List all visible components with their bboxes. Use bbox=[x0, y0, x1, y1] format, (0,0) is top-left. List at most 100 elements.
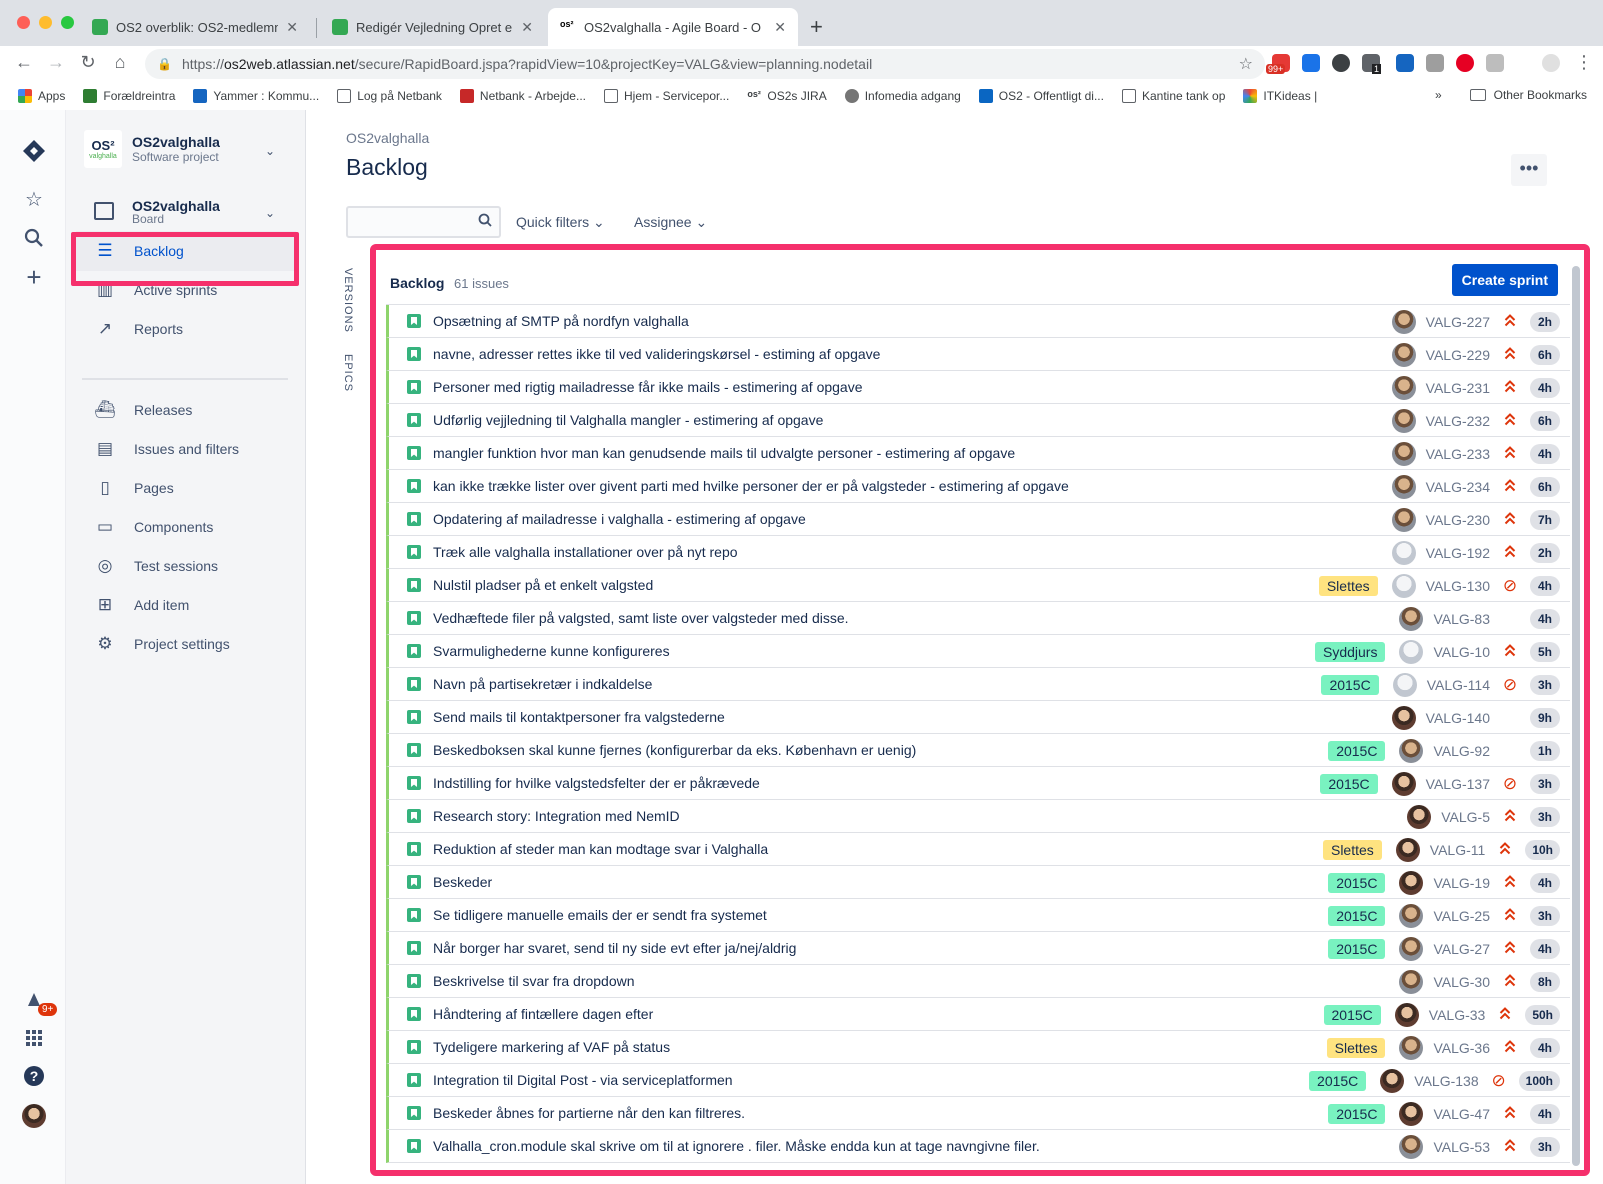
bookmark-item[interactable]: ITKideas | bbox=[1243, 88, 1317, 103]
close-tab-icon[interactable]: ✕ bbox=[774, 19, 786, 36]
issue-row[interactable]: Beskeder 2015C VALG-19 4h bbox=[386, 866, 1570, 899]
sidebar-item-reports[interactable]: ↗ Reports bbox=[94, 309, 294, 349]
issue-row[interactable]: Nulstil pladser på et enkelt valgsted Sle… bbox=[386, 569, 1570, 602]
issue-key[interactable]: VALG-137 bbox=[1426, 776, 1490, 792]
issue-row[interactable]: Personer med rigtig mailadresse får ikke… bbox=[386, 371, 1570, 404]
assignee-avatar[interactable] bbox=[1391, 540, 1416, 565]
assignee-avatar[interactable] bbox=[1391, 771, 1416, 796]
assignee-avatar[interactable] bbox=[1395, 837, 1420, 862]
assignee-avatar[interactable] bbox=[1391, 474, 1416, 499]
issue-row[interactable]: Håndtering af fintællere dagen efter 2015… bbox=[386, 998, 1570, 1031]
scrollbar[interactable] bbox=[1572, 266, 1580, 1166]
star-icon[interactable]: ☆ bbox=[21, 186, 47, 212]
issue-key[interactable]: VALG-47 bbox=[1433, 1106, 1490, 1122]
issue-summary[interactable]: Navn på partisekretær i indkaldelse bbox=[433, 676, 652, 692]
assignee-avatar[interactable] bbox=[1391, 408, 1416, 433]
issue-row[interactable]: Beskrivelse til svar fra dropdown VALG-30… bbox=[386, 965, 1570, 998]
issue-key[interactable]: VALG-227 bbox=[1426, 314, 1490, 330]
issue-row[interactable]: Vedhæftede filer på valgsted, samt liste… bbox=[386, 602, 1570, 635]
bookmark-item[interactable]: Netbank - Arbejde... bbox=[459, 88, 586, 103]
zoom-window-button[interactable] bbox=[61, 16, 74, 29]
issue-summary[interactable]: Beskrivelse til svar fra dropdown bbox=[433, 973, 635, 989]
chevron-down-icon[interactable]: ⌄ bbox=[265, 206, 275, 220]
issue-key[interactable]: VALG-10 bbox=[1433, 644, 1490, 660]
issue-key[interactable]: VALG-138 bbox=[1414, 1073, 1478, 1089]
assignee-avatar[interactable] bbox=[1391, 342, 1416, 367]
bookmark-item[interactable]: Kantine tank op bbox=[1121, 88, 1225, 103]
assignee-avatar[interactable] bbox=[1391, 705, 1416, 730]
issue-key[interactable]: VALG-130 bbox=[1426, 578, 1490, 594]
issue-row[interactable]: Tydeligere markering af VAF på status Sle… bbox=[386, 1031, 1570, 1064]
issue-key[interactable]: VALG-33 bbox=[1429, 1007, 1486, 1023]
browser-tab-active[interactable]: os² OS2valghalla - Agile Board - O ✕ bbox=[548, 8, 798, 46]
new-tab-icon[interactable]: + bbox=[810, 14, 823, 40]
issue-row[interactable]: Svarmulighederne kunne konfigureres Syddj… bbox=[386, 635, 1570, 668]
issue-row[interactable]: navne, adresser rettes ikke til ved vali… bbox=[386, 338, 1570, 371]
issue-row[interactable]: Indstilling for hvilke valgstedsfelter d… bbox=[386, 767, 1570, 800]
issue-key[interactable]: VALG-53 bbox=[1433, 1139, 1490, 1155]
assignee-avatar[interactable] bbox=[1391, 573, 1416, 598]
issue-key[interactable]: VALG-232 bbox=[1426, 413, 1490, 429]
sidebar-item-releases[interactable]: ⛴ Releases bbox=[94, 390, 294, 430]
close-tab-icon[interactable]: ✕ bbox=[286, 19, 298, 36]
jira-logo-icon[interactable] bbox=[21, 138, 47, 164]
extension-icon[interactable] bbox=[1302, 54, 1320, 72]
issue-row[interactable]: Opdatering af mailadresse i valghalla - … bbox=[386, 503, 1570, 536]
issue-summary[interactable]: Se tidligere manuelle emails der er send… bbox=[433, 907, 767, 923]
issue-row[interactable]: Beskeder åbnes for partierne når den kan… bbox=[386, 1097, 1570, 1130]
assignee-dropdown[interactable]: Assignee ⌄ bbox=[634, 214, 707, 231]
issue-row[interactable]: Navn på partisekretær i indkaldelse 2015C… bbox=[386, 668, 1570, 701]
assignee-avatar[interactable] bbox=[1391, 375, 1416, 400]
assignee-avatar[interactable] bbox=[1399, 738, 1424, 763]
issue-summary[interactable]: Tydeligere markering af VAF på status bbox=[433, 1039, 670, 1055]
issue-row[interactable]: Træk alle valghalla installationer over … bbox=[386, 536, 1570, 569]
pinterest-icon[interactable] bbox=[1456, 54, 1474, 72]
issue-key[interactable]: VALG-229 bbox=[1426, 347, 1490, 363]
more-bookmarks-icon[interactable]: » bbox=[1435, 88, 1442, 102]
issue-summary[interactable]: navne, adresser rettes ikke til ved vali… bbox=[433, 346, 880, 362]
assignee-avatar[interactable] bbox=[1407, 804, 1432, 829]
issue-key[interactable]: VALG-36 bbox=[1433, 1040, 1490, 1056]
issue-row[interactable]: Send mails til kontaktpersoner fra valgs… bbox=[386, 701, 1570, 734]
bookmark-item[interactable]: Yammer : Kommu... bbox=[193, 88, 319, 103]
address-bar[interactable]: 🔒 https:// os2web.atlassian.net /secure/… bbox=[145, 49, 1265, 79]
issue-summary[interactable]: Valhalla_cron.module skal skrive om til … bbox=[433, 1138, 1040, 1154]
issue-row[interactable]: Reduktion af steder man kan modtage svar… bbox=[386, 833, 1570, 866]
other-bookmarks[interactable]: » Other Bookmarks bbox=[1435, 88, 1587, 102]
issue-summary[interactable]: Udførlig vejjledning til Valghalla mangl… bbox=[433, 412, 823, 428]
assignee-avatar[interactable] bbox=[1391, 441, 1416, 466]
create-icon[interactable]: + bbox=[21, 262, 47, 292]
assignee-avatar[interactable] bbox=[1380, 1068, 1405, 1093]
issue-row[interactable]: Integration til Digital Post - via servi… bbox=[386, 1064, 1570, 1097]
profile-avatar[interactable] bbox=[21, 1103, 47, 1129]
sidebar-item-components[interactable]: ▭ Components bbox=[94, 507, 294, 547]
assignee-avatar[interactable] bbox=[1399, 936, 1424, 961]
issue-summary[interactable]: Beskeder bbox=[433, 874, 492, 890]
issue-key[interactable]: VALG-5 bbox=[1441, 809, 1490, 825]
issue-summary[interactable]: Indstilling for hvilke valgstedsfelter d… bbox=[433, 775, 760, 791]
extension-icon[interactable] bbox=[1332, 54, 1350, 72]
issue-row[interactable]: Opsætning af SMTP på nordfyn valghalla VA… bbox=[386, 305, 1570, 338]
issue-row[interactable]: mangler funktion hvor man kan genudsende… bbox=[386, 437, 1570, 470]
bookmark-item[interactable]: Infomedia adgang bbox=[844, 88, 961, 103]
breadcrumb[interactable]: OS2valghalla bbox=[346, 130, 429, 146]
browser-tab-1[interactable]: OS2 overblik: OS2-medlemmer ✕ bbox=[80, 8, 310, 46]
issue-summary[interactable]: kan ikke trække lister over givent parti… bbox=[433, 478, 1069, 494]
issue-key[interactable]: VALG-140 bbox=[1426, 710, 1490, 726]
issue-summary[interactable]: Vedhæftede filer på valgsted, samt liste… bbox=[433, 610, 849, 626]
sidebar-item-project-settings[interactable]: ⚙ Project settings bbox=[94, 624, 294, 664]
bookmark-item[interactable]: os² OS2s JIRA bbox=[747, 89, 826, 103]
assignee-avatar[interactable] bbox=[1399, 1101, 1424, 1126]
issue-row[interactable]: Beskedboksen skal kunne fjernes (konfigu… bbox=[386, 734, 1570, 767]
browser-menu-icon[interactable]: ⋮ bbox=[1572, 52, 1596, 73]
bookmark-item[interactable]: Apps bbox=[18, 88, 65, 103]
issue-row[interactable]: Udførlig vejjledning til Valghalla mangl… bbox=[386, 404, 1570, 437]
assignee-avatar[interactable] bbox=[1399, 969, 1424, 994]
issue-summary[interactable]: Integration til Digital Post - via servi… bbox=[433, 1072, 733, 1088]
cloud-icon[interactable] bbox=[1426, 54, 1444, 72]
issue-key[interactable]: VALG-230 bbox=[1426, 512, 1490, 528]
issue-summary[interactable]: mangler funktion hvor man kan genudsende… bbox=[433, 445, 1015, 461]
sidebar-item-test-sessions[interactable]: ◎ Test sessions bbox=[94, 546, 294, 586]
issue-key[interactable]: VALG-233 bbox=[1426, 446, 1490, 462]
issue-key[interactable]: VALG-92 bbox=[1433, 743, 1490, 759]
